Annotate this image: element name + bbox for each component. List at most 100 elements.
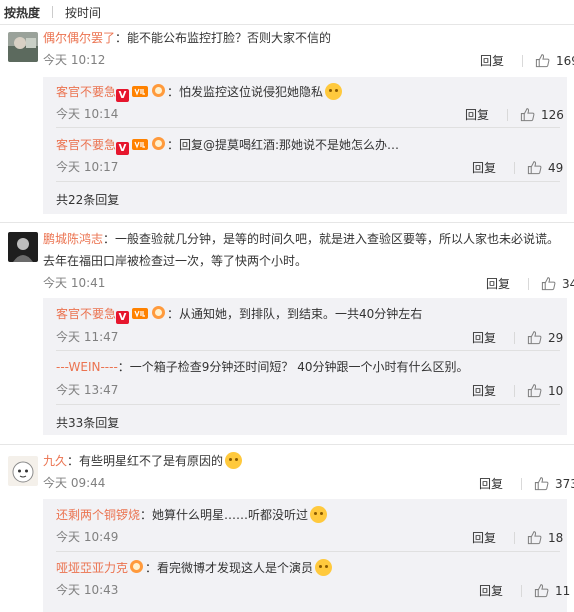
divider: [0, 24, 574, 25]
comment-body: 偶尔偶尔罢了：能不能公布监控打脸？否则大家不信的: [43, 29, 331, 47]
divider: [0, 222, 574, 223]
v-badge-icon: V: [116, 311, 130, 324]
comment-text-continued: 去年在福田口岸被检查过一次，等了快两个小时。: [43, 254, 308, 268]
like-count: 169: [556, 53, 574, 68]
like-button[interactable]: 169: [535, 53, 574, 68]
reply-button[interactable]: 回复: [472, 529, 510, 546]
username-link[interactable]: 客官不要急: [56, 307, 116, 321]
username-link[interactable]: 偶尔偶尔罢了: [43, 31, 115, 45]
sort-by-hot-tab[interactable]: 按热度: [4, 4, 40, 21]
fan-badge-icon: [129, 559, 144, 579]
emoji-icon: [225, 452, 243, 469]
reply-actions: 回复 18: [472, 529, 563, 546]
username-link[interactable]: 哑垭亞亚力克: [56, 561, 128, 575]
thumbs-up-icon: [534, 584, 549, 598]
like-button[interactable]: 11: [534, 583, 570, 598]
reply-button[interactable]: 回复: [486, 275, 524, 292]
comment-actions: 回复 169: [480, 52, 574, 69]
reply-divider: [56, 404, 560, 405]
reply-divider: [56, 551, 560, 552]
like-button[interactable]: 126: [520, 107, 564, 122]
thumbs-up-icon: [527, 161, 542, 175]
more-replies-link[interactable]: 共33条回复: [56, 415, 119, 431]
reply-body: ---WEIN----：一个箱子检查9分钟还时间短？ 40分钟跟一个小时有什么区…: [56, 358, 469, 376]
thumbs-up-icon: [527, 384, 542, 398]
divider: [0, 444, 574, 445]
reply-button[interactable]: 回复: [479, 582, 517, 599]
fan-badge-icon: [151, 136, 166, 156]
reply-divider: [56, 127, 560, 128]
more-replies-link[interactable]: 共22条回复: [56, 192, 119, 208]
reply-body: 还剩两个铜锣烧：她算什么明星……听都没听过: [56, 506, 328, 524]
action-divider: [522, 54, 523, 67]
avatar[interactable]: [8, 456, 38, 486]
comment-text: ：能不能公布监控打脸？否则大家不信的: [115, 31, 332, 45]
vip-icon: [132, 138, 149, 156]
username-link[interactable]: 客官不要急: [56, 138, 116, 152]
action-divider: [521, 584, 522, 597]
avatar[interactable]: [8, 32, 38, 62]
reply-actions: 回复 29: [472, 329, 563, 346]
like-button[interactable]: 34: [541, 276, 574, 291]
like-count: 29: [548, 330, 564, 345]
fan-badge-icon: [151, 83, 166, 103]
username-link[interactable]: 鹏城陈鸿志: [43, 232, 103, 246]
comment-actions: 回复 373: [479, 475, 574, 492]
action-divider: [514, 331, 515, 344]
comment-body: 九久：有些明星红不了是有原因的: [43, 452, 243, 470]
action-divider: [514, 384, 515, 397]
like-button[interactable]: 29: [527, 330, 563, 345]
reply-actions: 回复 11: [479, 582, 570, 599]
like-count: 34: [562, 276, 574, 291]
timestamp: 今天 10:12: [43, 53, 106, 67]
avatar[interactable]: [8, 232, 38, 262]
action-divider: [521, 477, 522, 490]
emoji-icon: [325, 83, 343, 100]
comment-actions: 回复 34: [486, 275, 574, 292]
like-count: 126: [541, 107, 564, 122]
emoji-icon: [315, 559, 333, 576]
action-divider: [514, 531, 515, 544]
timestamp: 今天 13:47: [56, 383, 119, 397]
reply-actions: 回复 49: [472, 159, 563, 176]
thumbs-up-icon: [534, 477, 549, 491]
username-link[interactable]: 还剩两个铜锣烧: [56, 508, 140, 522]
like-button[interactable]: 49: [527, 160, 563, 175]
reply-actions: 回复 126: [465, 106, 564, 123]
action-divider: [507, 108, 508, 121]
username-link[interactable]: 九久: [43, 454, 67, 468]
sort-by-time-tab[interactable]: 按时间: [65, 4, 101, 21]
comment-text: ：有些明星红不了是有原因的: [67, 454, 224, 468]
like-count: 18: [548, 530, 564, 545]
like-button[interactable]: 10: [527, 383, 563, 398]
reply-text: ：一个箱子检查9分钟还时间短？ 40分钟跟一个小时有什么区别。: [117, 360, 469, 374]
reply-divider: [56, 181, 560, 182]
username-link[interactable]: 客官不要急: [56, 85, 116, 99]
reply-button[interactable]: 回复: [479, 475, 517, 492]
reply-actions: 回复 10: [472, 382, 563, 399]
like-button[interactable]: 18: [527, 530, 563, 545]
reply-button[interactable]: 回复: [472, 329, 510, 346]
reply-text: ：怕发监控这位说侵犯她隐私: [167, 85, 324, 99]
thumbs-up-icon: [527, 531, 542, 545]
reply-text: ：回复@提莫喝红酒:那她说不是她怎么办…: [167, 138, 400, 152]
like-button[interactable]: 373: [534, 476, 574, 491]
reply-text: ：看完微博才发现这人是个演员: [145, 561, 314, 575]
action-divider: [514, 161, 515, 174]
like-count: 373: [555, 476, 574, 491]
reply-button[interactable]: 回复: [480, 52, 518, 69]
reply-button[interactable]: 回复: [465, 106, 503, 123]
like-count: 10: [548, 383, 564, 398]
reply-button[interactable]: 回复: [472, 159, 510, 176]
comment-text: ：一般查验就几分钟，是等的时间久吧，就是进入查验区要等，所以人家也未必说谎。: [103, 232, 560, 246]
reply-divider: [56, 350, 560, 351]
emoji-icon: [310, 506, 328, 523]
timestamp: 今天 10:17: [56, 160, 119, 174]
timestamp: 今天 09:44: [43, 476, 106, 490]
timestamp: 今天 10:43: [56, 583, 119, 597]
comment-body: 鹏城陈鸿志：一般查验就几分钟，是等的时间久吧，就是进入查验区要等，所以人家也未必…: [43, 230, 559, 248]
username-link[interactable]: ---WEIN----: [56, 360, 118, 374]
reply-button[interactable]: 回复: [472, 382, 510, 399]
thumbs-up-icon: [535, 54, 550, 68]
reply-body: 哑垭亞亚力克 ：看完微博才发现这人是个演员: [56, 559, 333, 579]
